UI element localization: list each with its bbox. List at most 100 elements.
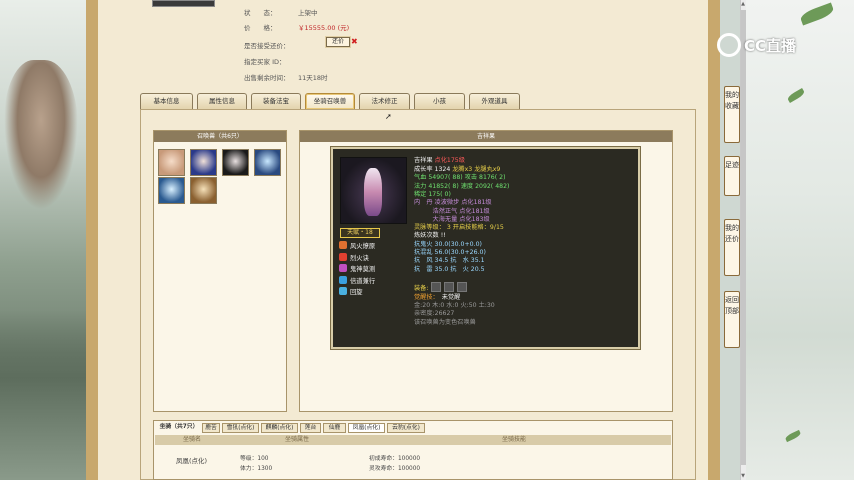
pet-badge: 点化175级 <box>434 157 465 164</box>
mount-lifespan: 初成寿命：100000 <box>369 456 421 462</box>
role-avatar <box>152 0 215 7</box>
awaken-label: 觉醒技： <box>414 294 439 301</box>
pet-skill[interactable]: 鬼神莫测 <box>339 264 375 274</box>
tab-spell-correction[interactable]: 法术修正 <box>359 93 410 109</box>
background-right <box>745 0 854 480</box>
col-mount-attrs: 坐骑属性 <box>285 436 310 443</box>
pet-detail-title: 吉祥果 <box>300 131 672 142</box>
mount-name: 凤凰(点化) <box>176 457 208 465</box>
talent-badge[interactable]: 天赋・18 <box>340 228 380 238</box>
tab-appearance[interactable]: 外观道具 <box>469 93 520 109</box>
side-nav-favorites[interactable]: 我的收藏 <box>724 86 740 143</box>
mount-tab-active[interactable]: 凤凰(点化) <box>348 423 385 433</box>
skill-label: 鬼神莫测 <box>350 266 376 273</box>
pet-skill[interactable]: 烈火诀 <box>339 252 369 263</box>
buyer-id-label: 指定买家 ID： <box>244 58 286 66</box>
equip-slot[interactable] <box>431 282 442 292</box>
offer-button[interactable]: 还价 <box>326 37 350 47</box>
pet-thumbnail[interactable] <box>158 149 185 176</box>
pet-stat-line: 炼妖次数 !! <box>414 232 446 240</box>
equip-slot[interactable] <box>444 282 455 292</box>
pet-thumbnail[interactable] <box>222 149 249 176</box>
skill-label: 倍道兼行 <box>350 277 376 285</box>
time-left-label: 出售剩余时间： <box>244 74 290 82</box>
mount-tab[interactable]: 鹿苦 <box>202 423 220 433</box>
side-nav-back-to-top[interactable]: 返回顶部 <box>724 291 740 348</box>
cc-logo-text: CC直播 <box>744 37 797 55</box>
side-nav-offers[interactable]: 我的还价 <box>724 219 740 276</box>
scrollbar-thumb[interactable] <box>741 10 746 465</box>
background-left <box>0 0 86 480</box>
elements: 金:20 木:0 水:0 火:50 土:30 <box>414 302 495 309</box>
pet-stat-text: 气血 54907( 88) 攻击 8176( 2) <box>414 174 506 182</box>
pet-stat-text: 炼妖次数 !! <box>414 232 446 240</box>
side-nav-footprints[interactable]: 足迹 <box>724 156 740 196</box>
pet-thumbnail[interactable] <box>254 149 281 176</box>
pet-skill[interactable]: 风火燎原 <box>339 241 375 251</box>
tab-equipment[interactable]: 装备法宝 <box>251 93 301 109</box>
mount-stamina: 体力：1300 <box>240 466 273 472</box>
pet-thumbnail[interactable] <box>190 177 217 204</box>
equip-row: 装备: <box>414 282 468 293</box>
mount-tab[interactable]: 麒麟(点化) <box>261 423 298 433</box>
tab-attributes[interactable]: 属性信息 <box>197 93 247 109</box>
pet-stat-line: 抗 风 34.5 抗 水 35.1 <box>414 257 485 265</box>
pet-stat-line: 法力 41852( 8) 速度 2092( 482) <box>414 183 509 191</box>
equip-label: 装备: <box>414 285 429 292</box>
tab-child[interactable]: 小孩 <box>414 93 465 109</box>
pet-stat-line: 大海无量 点化183级 <box>414 216 490 224</box>
background-ground <box>0 310 86 480</box>
variant-note: 该召唤兽为变色召唤兽 <box>414 319 476 326</box>
background-tree <box>4 60 78 210</box>
pet-stat-line: 抗鬼火 30.0(30.0+0.0) <box>414 241 482 249</box>
leaf-decoration <box>786 87 806 104</box>
pet-stat-text: 抗 雷 35.0 抗 火 20.5 <box>414 265 485 273</box>
mount-tab[interactable]: 仙鹿 <box>323 423 346 433</box>
mount-level: 等级：100 <box>240 456 269 462</box>
status-label: 状 态： <box>244 9 277 17</box>
skill-label: 风火燎原 <box>350 243 376 250</box>
equip-slot[interactable] <box>457 282 468 292</box>
pets-panel-title: 召唤兽（共6只） <box>154 131 286 142</box>
mount-tab[interactable]: 云豹(点化) <box>387 423 425 433</box>
pet-thumbnail[interactable] <box>190 149 217 176</box>
skill-icon <box>339 241 347 249</box>
leaf-decoration <box>784 429 802 443</box>
pet-stat-line: 灵脉等级： 3 开启技能格：9/15 <box>414 224 504 232</box>
tab-mounts-pets[interactable]: 坐骑召唤兽 <box>305 93 355 109</box>
mounts-table-header: 坐骑名 坐骑属性 坐骑技能 <box>155 435 671 445</box>
skill-label: 回旋 <box>350 289 363 296</box>
mount-tab[interactable]: 雪犼(点化) <box>222 423 259 433</box>
mounts-count-tab[interactable]: 坐骑（共7只） <box>156 423 202 433</box>
pet-stat-text: 法力 41852( 8) 速度 2092( 482) <box>414 182 510 190</box>
pet-stat-text: 抗混乱 56.0(30.0+26.0) <box>414 249 486 256</box>
offer-label: 是否接受还价： <box>244 42 290 50</box>
cc-live-logo: CC直播 <box>717 33 796 59</box>
skill-icon <box>339 275 347 284</box>
col-mount-name: 坐骑名 <box>183 436 202 443</box>
pet-skill[interactable]: 回旋 <box>339 287 363 297</box>
pet-skill[interactable]: 倍道兼行 <box>339 275 376 286</box>
pet-stat-text: 大海无量 点化183级 <box>414 215 490 223</box>
skill-icon <box>339 287 347 295</box>
pet-stat-line: 浩然正气 点化181级 <box>414 208 490 216</box>
pet-figure <box>364 168 382 216</box>
col-mount-skills: 坐骑技能 <box>502 436 527 443</box>
close-icon[interactable]: ✖ <box>351 38 358 46</box>
pet-stat-text: 抗 风 34.5 抗 水 35.1 <box>414 257 485 265</box>
pet-stat-line: 抗 雷 35.0 抗 火 20.5 <box>414 266 485 274</box>
cc-logo-icon <box>717 33 741 57</box>
intimacy: 亲密度:26627 <box>414 310 455 317</box>
price-value: ￥15555.00 (元) <box>298 24 350 32</box>
mount-tab[interactable]: 莲台 <box>300 423 321 433</box>
pet-stat-line: 成长率 1324 龙腾x3 龙腿丸x9 <box>414 166 500 174</box>
tab-basic-info[interactable]: 基本信息 <box>140 93 193 109</box>
scroll-down-icon[interactable]: ▼ <box>740 472 746 480</box>
pet-name: 吉祥果 点化175级 <box>414 157 465 165</box>
mount-spirit-lifespan: 灵攻寿命：100000 <box>369 466 421 472</box>
pet-name-text: 吉祥果 <box>414 157 433 164</box>
scroll-up-icon[interactable]: ▲ <box>740 0 746 8</box>
skill-icon <box>339 252 347 261</box>
pet-thumbnail[interactable] <box>158 177 185 204</box>
pet-stat-line: 抗混乱 56.0(30.0+26.0) <box>414 249 486 257</box>
